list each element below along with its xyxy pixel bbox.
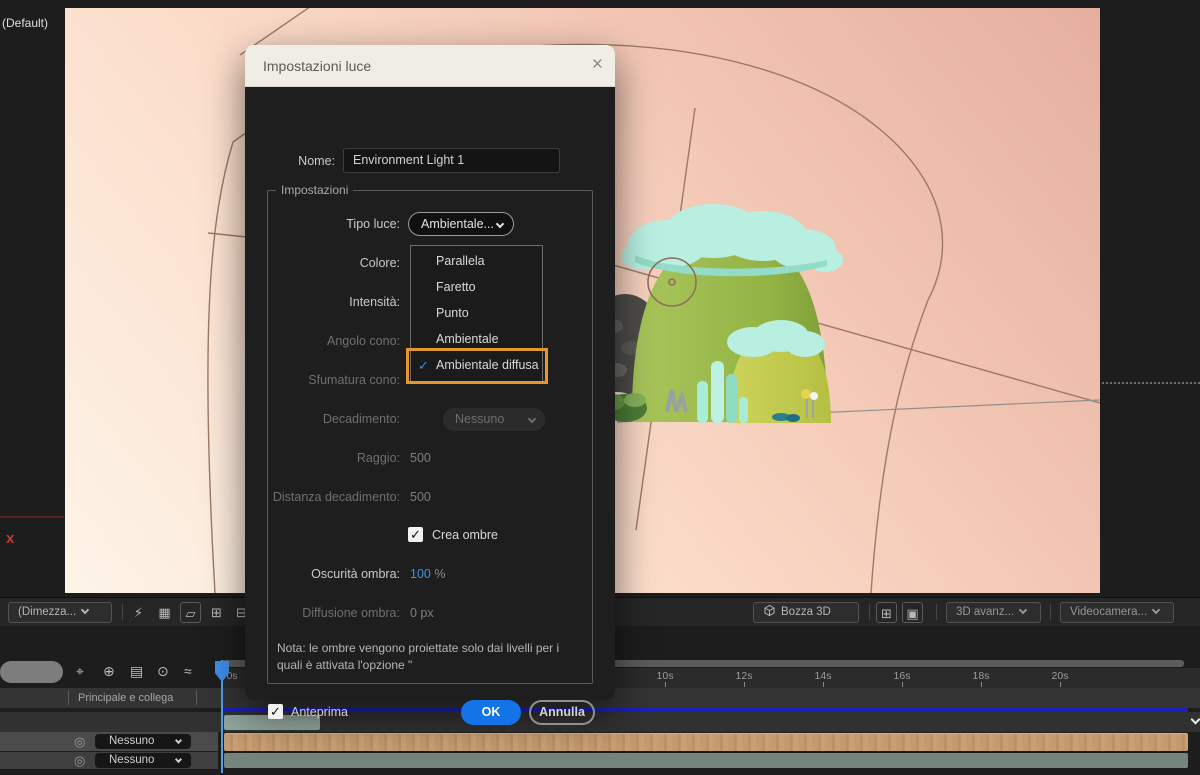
chevron-down-icon xyxy=(495,219,505,229)
ruler-label: 18s xyxy=(972,670,990,682)
preview-checkbox[interactable]: ✓ xyxy=(268,704,283,719)
parent-link-icon[interactable]: ⌖ xyxy=(76,663,84,680)
radius-value: 500 xyxy=(410,451,431,465)
shadow-diffusion-label: Diffusione ombra: xyxy=(302,606,400,620)
shadow-darkness-value[interactable]: 100 % xyxy=(410,567,445,581)
renderer-preset-label: (Default) xyxy=(2,16,49,30)
menu-item-parallela[interactable]: Parallela xyxy=(436,254,485,268)
falloff-dropdown: Nessuno xyxy=(443,408,545,431)
cancel-button[interactable]: Annulla xyxy=(529,700,595,725)
ruler-label: 16s xyxy=(893,670,911,682)
color-label: Colore: xyxy=(359,256,400,270)
transfer-controls-icon[interactable]: ⊕ xyxy=(103,663,115,680)
shadow-diffusion-value: 0 px xyxy=(410,606,434,620)
region-of-interest-icon[interactable]: ▱ xyxy=(180,602,201,623)
pick-whip-icon[interactable]: ◎ xyxy=(74,753,85,769)
motion-path-line xyxy=(0,516,64,518)
light-name-input[interactable]: Environment Light 1 xyxy=(343,148,560,173)
view-layout-icon[interactable]: ⊞ xyxy=(876,602,897,623)
selection-highlight-box xyxy=(406,348,548,384)
close-icon[interactable]: × xyxy=(592,54,603,76)
light-type-dropdown[interactable]: Ambientale... xyxy=(408,212,514,236)
timeline-nav-thumb[interactable] xyxy=(0,661,63,683)
shadow-note: Nota: le ombre vengono proiettate solo d… xyxy=(277,641,560,672)
ruler-label: 20s xyxy=(1051,670,1069,682)
dialog-title: Impostazioni luce xyxy=(263,58,372,74)
falloff-distance-value: 500 xyxy=(410,490,431,504)
dialog-body: Nome: Environment Light 1 Impostazioni T… xyxy=(245,87,615,725)
menu-item-punto[interactable]: Punto xyxy=(436,306,469,320)
after-effects-window: (Default) x Impostazioni luce × Nome: En… xyxy=(0,0,1200,775)
layer-bar[interactable] xyxy=(224,733,1188,751)
blend-mode-icon[interactable]: ⊙ xyxy=(157,663,169,680)
layer-switches-icon[interactable]: ▤ xyxy=(130,663,143,680)
menu-item-ambientale[interactable]: Ambientale xyxy=(436,332,499,346)
3d-renderer-dropdown[interactable]: 3D avanz... xyxy=(946,602,1041,623)
menu-item-faretto[interactable]: Faretto xyxy=(436,280,476,294)
ok-button[interactable]: OK xyxy=(461,700,521,725)
light-type-label: Tipo luce: xyxy=(346,217,400,231)
layer-row-controls: ◎ Nessuno xyxy=(0,752,218,769)
name-label: Nome: xyxy=(298,154,335,168)
preview-label: Anteprima xyxy=(291,705,348,719)
draft-3d-button[interactable]: Bozza 3D xyxy=(753,602,859,623)
light-settings-dialog: Impostazioni luce × Nome: Environment Li… xyxy=(245,45,615,725)
transparency-grid-icon[interactable]: ▦ xyxy=(154,602,175,623)
parent-column-header: Principale e collega xyxy=(78,692,174,704)
radius-label: Raggio: xyxy=(356,451,400,465)
casts-shadows-checkbox[interactable]: ✓ xyxy=(408,527,423,542)
falloff-label: Decadimento: xyxy=(322,412,400,426)
magnification-dropdown[interactable]: (Dimezza... xyxy=(8,602,112,623)
groupbox-legend: Impostazioni xyxy=(276,183,354,197)
layer-bar[interactable] xyxy=(224,753,1188,768)
shadow-darkness-label: Oscurità ombra: xyxy=(311,567,400,581)
ruler-label: 10s xyxy=(656,670,674,682)
scroll-down-icon[interactable] xyxy=(1186,712,1200,730)
guides-icon[interactable]: ⊞ xyxy=(206,602,227,623)
fast-preview-icon[interactable]: ⚡ xyxy=(128,602,149,623)
cone-feather-label: Sfumatura cono: xyxy=(308,373,400,387)
parent-dropdown[interactable]: Nessuno xyxy=(95,753,191,768)
layer-row: ◎ Nessuno xyxy=(0,752,1200,769)
parent-dropdown[interactable]: Nessuno xyxy=(95,734,191,749)
ground-plane-icon[interactable]: ▣ xyxy=(902,602,923,623)
intensity-label: Intensità: xyxy=(349,295,400,309)
chevron-down-icon xyxy=(527,414,537,424)
camera-dropdown[interactable]: Videocamera... xyxy=(1060,602,1174,623)
horizon-dotted-line xyxy=(1102,382,1200,384)
casts-shadows-label: Crea ombre xyxy=(432,528,498,542)
graph-editor-icon[interactable]: ≈ xyxy=(184,663,192,679)
axis-x-label: x xyxy=(6,530,15,547)
ruler-label: 12s xyxy=(735,670,753,682)
layer-row-controls: ◎ Nessuno xyxy=(0,732,218,751)
cube-lightning-icon xyxy=(764,604,775,617)
cone-angle-label: Angolo cono: xyxy=(327,334,400,348)
layer-row: ◎ Nessuno xyxy=(0,732,1200,752)
falloff-distance-label: Distanza decadimento: xyxy=(272,490,400,504)
ruler-label: 14s xyxy=(814,670,832,682)
layer-row xyxy=(0,712,1200,732)
dialog-titlebar[interactable]: Impostazioni luce × xyxy=(245,45,615,87)
pick-whip-icon[interactable]: ◎ xyxy=(74,734,85,750)
